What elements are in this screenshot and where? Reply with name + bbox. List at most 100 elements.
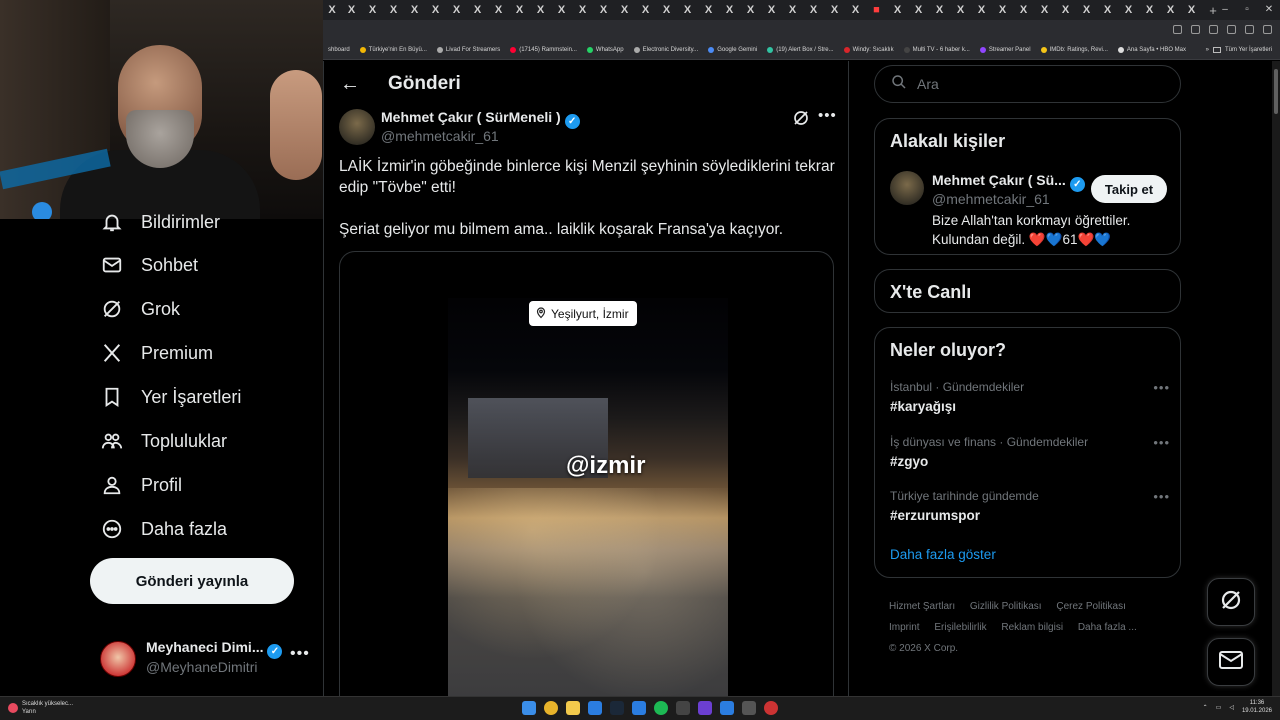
browser-tab[interactable]: X <box>404 0 425 20</box>
tray-chevron-icon[interactable]: ⌃ <box>1203 704 1208 711</box>
account-more-icon[interactable]: ••• <box>290 645 310 663</box>
browser-tab[interactable]: X <box>761 0 782 20</box>
browser-tab[interactable]: X <box>341 0 362 20</box>
bookmarks-overflow[interactable]: » <box>1206 47 1209 53</box>
bookmark-item[interactable]: Streamer Panel <box>975 46 1036 53</box>
bookmark-item[interactable]: WhatsApp <box>582 46 629 53</box>
browser-tab[interactable]: X <box>782 0 803 20</box>
browser-tab[interactable]: X <box>488 0 509 20</box>
messages-fab[interactable] <box>1207 638 1255 686</box>
bookmark-item[interactable]: Multi TV - 6 haber k... <box>899 46 975 53</box>
browser-tab[interactable]: X <box>1034 0 1055 20</box>
steam-icon[interactable] <box>610 701 624 715</box>
browser-tab[interactable]: X <box>929 0 950 20</box>
minimize-button[interactable]: – <box>1214 0 1236 20</box>
cast-icon[interactable] <box>1173 25 1182 34</box>
browser-tab[interactable]: X <box>950 0 971 20</box>
bookmark-item[interactable]: Ana Sayfa • HBO Max <box>1113 46 1191 53</box>
show-more-link[interactable]: Daha fazla göster <box>890 547 996 562</box>
browser-tab[interactable]: X <box>383 0 404 20</box>
browser-tab[interactable]: X <box>467 0 488 20</box>
browser-tab[interactable]: X <box>740 0 761 20</box>
menu-icon[interactable] <box>1263 25 1272 34</box>
volume-icon[interactable]: ◁ <box>1229 704 1234 711</box>
browser-tab[interactable]: X <box>656 0 677 20</box>
footer-link[interactable]: Imprint <box>889 622 920 633</box>
file-explorer-icon[interactable] <box>566 701 580 715</box>
app-icon[interactable] <box>632 701 646 715</box>
browser-tab[interactable]: X <box>362 0 383 20</box>
browser-tab[interactable]: X <box>845 0 866 20</box>
author-avatar[interactable] <box>339 109 375 145</box>
account-switcher[interactable]: Meyhaneci Dimi... ✓ @MeyhaneDimitri ••• <box>100 637 310 681</box>
browser-tab[interactable]: X <box>1181 0 1202 20</box>
trend-item[interactable]: Türkiye tarihinde gündemde #erzurumspor … <box>890 489 1170 523</box>
sidebar-item-chat[interactable]: Sohbet <box>100 250 198 280</box>
browser-tab[interactable]: X <box>509 0 530 20</box>
sidebar-item-bookmarks[interactable]: Yer İşaretleri <box>100 382 241 412</box>
browser-tab[interactable]: X <box>1097 0 1118 20</box>
bookmark-item[interactable]: IMDb: Ratings, Revi... <box>1036 46 1113 53</box>
avatar[interactable] <box>890 171 924 205</box>
bookmark-item[interactable]: Livad For Streamers <box>432 46 505 53</box>
page-scrollbar[interactable] <box>1272 61 1280 696</box>
windows-start-icon[interactable] <box>522 701 536 715</box>
browser-tab[interactable]: X <box>446 0 467 20</box>
trend-more-icon[interactable]: ••• <box>1153 435 1170 450</box>
author-name-row[interactable]: Mehmet Çakır ( SürMeneli ) ✓ <box>381 109 580 129</box>
bookmark-item[interactable]: (17145) Rammstein... <box>505 46 582 53</box>
weather-widget[interactable]: Sıcaklık yükselec... Yarın <box>8 700 73 716</box>
search-input[interactable]: Ara <box>874 65 1181 103</box>
profile-icon[interactable] <box>1245 25 1254 34</box>
bookmark-item[interactable]: shboard <box>323 47 355 53</box>
browser-tab[interactable]: X <box>908 0 929 20</box>
grok-explain-icon[interactable] <box>792 109 810 132</box>
grok-fab[interactable] <box>1207 578 1255 626</box>
trend-more-icon[interactable]: ••• <box>1153 489 1170 504</box>
browser-tab[interactable]: X <box>1160 0 1181 20</box>
browser-tab[interactable]: X <box>425 0 446 20</box>
live-card[interactable]: X'te Canlı <box>874 269 1181 313</box>
network-icon[interactable]: ▭ <box>1216 704 1222 711</box>
bookmark-item[interactable]: (19) Alert Box / Stre... <box>762 46 838 53</box>
clock[interactable]: 11:36 19.01.2026 <box>1242 699 1272 715</box>
app-icon[interactable] <box>764 701 778 715</box>
maximize-button[interactable]: ▫ <box>1236 0 1258 20</box>
browser-tab[interactable]: X <box>1076 0 1097 20</box>
browser-tab[interactable]: X <box>1013 0 1034 20</box>
footer-link[interactable]: Hizmet Şartları <box>889 601 955 612</box>
browser-tab[interactable]: X <box>572 0 593 20</box>
browser-tab[interactable]: X <box>323 0 341 20</box>
browser-tab[interactable]: X <box>551 0 572 20</box>
extension-icon[interactable] <box>1227 25 1236 34</box>
footer-link[interactable]: Daha fazla ... <box>1078 622 1137 633</box>
star-icon[interactable] <box>1209 25 1218 34</box>
browser-tab[interactable]: X <box>1118 0 1139 20</box>
bookmark-item[interactable]: Electronic Diversity... <box>629 46 704 53</box>
follow-button[interactable]: Takip et <box>1091 175 1167 203</box>
bookmark-item[interactable]: Google Gemini <box>703 46 762 53</box>
bookmark-item[interactable]: Türkiye'nin En Büyü... <box>355 46 432 53</box>
sidebar-item-more[interactable]: Daha fazla <box>100 514 227 544</box>
browser-tab[interactable]: X <box>677 0 698 20</box>
zoom-icon[interactable] <box>1191 25 1200 34</box>
browser-tab[interactable]: X <box>803 0 824 20</box>
app-icon[interactable] <box>720 701 734 715</box>
spotify-icon[interactable] <box>654 701 668 715</box>
sidebar-item-grok[interactable]: Grok <box>100 294 180 324</box>
browser-tab[interactable]: X <box>635 0 656 20</box>
sidebar-item-notifications[interactable]: Bildirimler <box>100 207 220 237</box>
browser-tab[interactable]: X <box>824 0 845 20</box>
app-icon[interactable] <box>676 701 690 715</box>
close-button[interactable]: ✕ <box>1258 0 1280 20</box>
trend-item[interactable]: İstanbul · Gündemdekiler #karyağışı ••• <box>890 380 1170 414</box>
bookmark-item[interactable]: Windy: Sıcaklık <box>839 46 899 53</box>
author-handle[interactable]: @mehmetcakir_61 <box>381 128 499 144</box>
browser-tab[interactable]: X <box>593 0 614 20</box>
browser-tab[interactable]: X <box>887 0 908 20</box>
browser-tab[interactable]: X <box>1139 0 1160 20</box>
trend-more-icon[interactable]: ••• <box>1153 380 1170 395</box>
browser-tab[interactable]: X <box>1055 0 1076 20</box>
post-button[interactable]: Gönderi yayınla <box>90 558 294 604</box>
browser-tab[interactable]: X <box>719 0 740 20</box>
